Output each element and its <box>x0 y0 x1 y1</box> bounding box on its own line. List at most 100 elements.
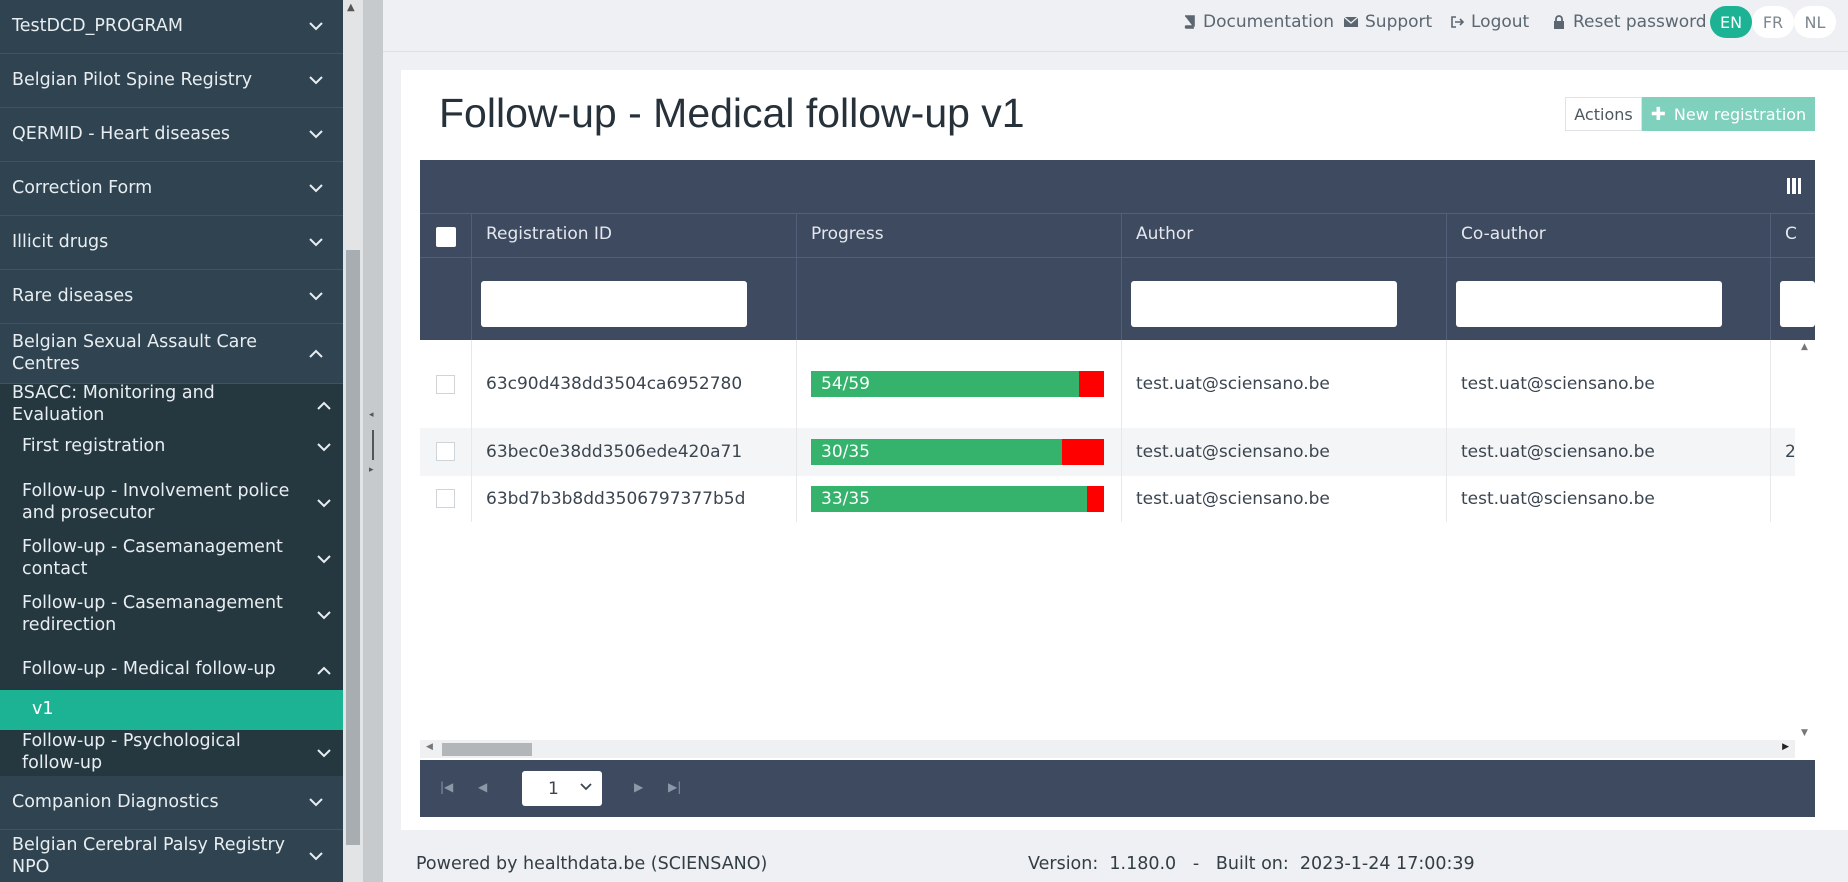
progress-bar: 33/35 <box>811 486 1104 512</box>
column-header-partial[interactable]: C <box>1785 224 1797 244</box>
column-header-progress[interactable]: Progress <box>811 224 884 244</box>
chevron-down-icon <box>580 783 592 791</box>
footer-powered-by: Powered by healthdata.be (SCIENSANO) <box>416 854 768 874</box>
filter-registration-id[interactable] <box>481 281 747 327</box>
sidebar-item-cerebral-palsy[interactable]: Belgian Cerebral Palsy Registry NPO <box>0 830 343 882</box>
scroll-up-icon[interactable]: ▲ <box>1801 342 1808 352</box>
sidebar-item-companion-diagnostics[interactable]: Companion Diagnostics <box>0 776 343 830</box>
chevron-up-icon <box>317 663 331 677</box>
sidebar-subitem-casemanagement-contact[interactable]: Follow-up - Casemanagement contact <box>0 537 343 580</box>
page-select[interactable]: 1 <box>522 771 602 806</box>
columns-icon[interactable] <box>1787 178 1801 194</box>
logout-link[interactable]: Logout <box>1450 12 1529 32</box>
scroll-up-icon[interactable]: ▲ <box>347 2 355 13</box>
documentation-label: Documentation <box>1203 12 1335 32</box>
prev-page-icon[interactable]: ◀ <box>478 780 487 794</box>
row-checkbox[interactable] <box>436 442 455 461</box>
documentation-link[interactable]: Documentation <box>1182 12 1334 32</box>
divider <box>420 213 1815 214</box>
support-label: Support <box>1365 12 1433 32</box>
sidebar-subitem-casemanagement-redirection[interactable]: Follow-up - Casemanagement redirection <box>0 580 343 650</box>
logout-label: Logout <box>1471 12 1530 32</box>
coauthor-cell: test.uat@sciensano.be <box>1461 374 1655 394</box>
table-row[interactable]: 63bd7b3b8dd3506797377b5d 33/35 test.uat@… <box>420 476 1795 522</box>
lang-nl-button[interactable]: NL <box>1794 6 1836 38</box>
sidebar-item-label: Belgian Sexual Assault Care Centres <box>12 331 257 374</box>
scrollbar-thumb[interactable] <box>442 743 532 756</box>
column-separator <box>471 213 472 340</box>
grid-body: 63c90d438dd3504ca6952780 54/59 test.uat@… <box>420 340 1795 740</box>
column-header-registration-id[interactable]: Registration ID <box>486 224 612 244</box>
actions-button[interactable]: Actions <box>1565 97 1642 131</box>
scroll-left-icon[interactable]: ◀ <box>426 742 433 752</box>
sidebar-subitem-psychological-followup[interactable]: Follow-up - Psychological follow-up <box>0 730 343 776</box>
chevron-down-icon <box>309 236 323 250</box>
row-checkbox[interactable] <box>436 375 455 394</box>
scroll-right-icon[interactable]: ▶ <box>1782 742 1789 752</box>
progress-text: 33/35 <box>821 489 870 509</box>
chevron-up-icon <box>309 347 323 361</box>
sidebar-item-qermid[interactable]: QERMID - Heart diseases <box>0 108 343 162</box>
chevron-down-icon <box>317 608 331 622</box>
table-row[interactable]: 63bec0e38dd3506ede420a71 30/35 test.uat@… <box>420 428 1795 476</box>
splitter-grip[interactable] <box>372 430 374 460</box>
support-link[interactable]: Support <box>1344 12 1432 32</box>
sidebar-subitem-label: Follow-up - Medical follow-up <box>22 659 276 680</box>
sidebar-subitem-label: Follow-up - Involvement police and prose… <box>22 481 290 523</box>
sidebar-subitem-police[interactable]: Follow-up - Involvement police and prose… <box>0 468 343 538</box>
author-cell: test.uat@sciensano.be <box>1136 374 1330 394</box>
scroll-down-icon[interactable]: ▼ <box>1801 728 1808 738</box>
panel-splitter[interactable]: ◂ ▸ <box>363 0 383 882</box>
table-row[interactable]: 63c90d438dd3504ca6952780 54/59 test.uat@… <box>420 340 1795 428</box>
scrollbar-thumb[interactable] <box>346 250 360 845</box>
grid-horizontal-scrollbar[interactable]: ◀ ▶ <box>420 740 1795 758</box>
sidebar-item-spine-registry[interactable]: Belgian Pilot Spine Registry <box>0 54 343 108</box>
progress-bar: 30/35 <box>811 439 1104 465</box>
lock-icon <box>1554 15 1564 29</box>
sidebar-item-label: Companion Diagnostics <box>12 791 219 812</box>
chevron-down-icon <box>309 74 323 88</box>
sidebar-item-testdcd[interactable]: TestDCD_PROGRAM <box>0 0 343 54</box>
top-bar: Documentation Support Logout Reset passw… <box>383 0 1848 52</box>
reset-password-label: Reset password <box>1573 12 1707 32</box>
author-cell: test.uat@sciensano.be <box>1136 442 1330 462</box>
lang-en-button[interactable]: EN <box>1710 6 1752 38</box>
sidebar-item-rare-diseases[interactable]: Rare diseases <box>0 270 343 324</box>
new-registration-button[interactable]: ✚ New registration <box>1642 97 1815 131</box>
column-separator <box>796 213 797 340</box>
lang-fr-button[interactable]: FR <box>1752 6 1794 38</box>
sidebar-item-correction-form[interactable]: Correction Form <box>0 162 343 216</box>
chevron-down-icon <box>309 182 323 196</box>
filter-author[interactable] <box>1131 281 1397 327</box>
column-header-coauthor[interactable]: Co-author <box>1461 224 1546 244</box>
sidebar-subitem-first-registration[interactable]: First registration <box>0 426 343 468</box>
grid-pager: |◀ ◀ 1 ▶ ▶| <box>420 760 1815 817</box>
sidebar-item-bsacc[interactable]: Belgian Sexual Assault Care Centres <box>0 324 343 384</box>
filter-partial-column[interactable] <box>1780 281 1815 327</box>
collapse-left-icon[interactable]: ◂ <box>369 410 374 420</box>
reset-password-link[interactable]: Reset password <box>1552 12 1707 32</box>
column-header-author[interactable]: Author <box>1136 224 1193 244</box>
sidebar-subitem-label: First registration <box>22 436 166 457</box>
filter-coauthor[interactable] <box>1456 281 1722 327</box>
grid-vertical-scrollbar[interactable]: ▲ ▼ <box>1795 340 1815 740</box>
divider <box>420 257 1815 258</box>
sidebar-item-label: TestDCD_PROGRAM <box>12 15 183 36</box>
sidebar-item-label: Correction Form <box>12 177 153 198</box>
select-all-checkbox[interactable] <box>436 227 456 247</box>
sidebar-subitem-medical-followup[interactable]: Follow-up - Medical follow-up <box>0 650 343 690</box>
row-checkbox[interactable] <box>436 489 455 508</box>
next-page-icon[interactable]: ▶ <box>634 780 643 794</box>
first-page-icon[interactable]: |◀ <box>440 780 453 794</box>
chevron-down-icon <box>317 552 331 566</box>
sidebar-item-v1[interactable]: v1 <box>0 690 343 730</box>
sidebar-item-label: Belgian Cerebral Palsy Registry NPO <box>12 834 286 877</box>
progress-text: 54/59 <box>821 374 870 394</box>
sidebar-item-illicit-drugs[interactable]: Illicit drugs <box>0 216 343 270</box>
expand-right-icon[interactable]: ▸ <box>369 465 374 475</box>
chevron-down-icon <box>309 850 323 864</box>
last-page-icon[interactable]: ▶| <box>668 780 681 794</box>
sidebar-group-monitoring[interactable]: BSACC: Monitoring and Evaluation <box>0 383 343 426</box>
footer-version: Version: 1.180.0 - Built on: 2023-1-24 1… <box>1028 854 1475 874</box>
sidebar-scrollbar[interactable]: ▲ <box>343 0 363 882</box>
